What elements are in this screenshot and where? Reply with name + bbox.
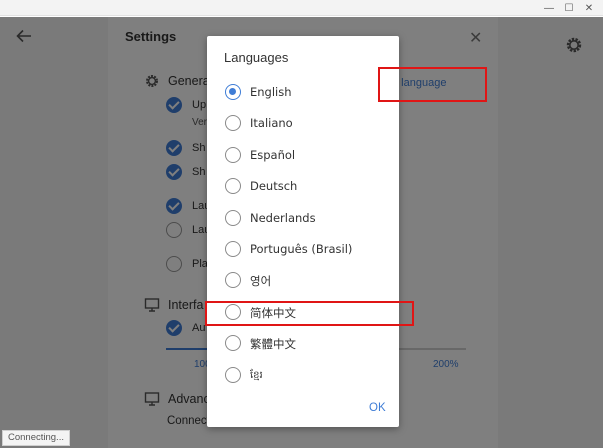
language-label[interactable]: 영어 (250, 273, 271, 289)
radio-khmer[interactable] (225, 367, 241, 383)
language-label[interactable]: Deutsch (250, 179, 297, 193)
language-label[interactable]: 繁體中文 (250, 336, 296, 352)
connection-status: Connecting... (2, 430, 70, 446)
radio-italiano[interactable] (225, 115, 241, 131)
language-label[interactable]: Nederlands (250, 211, 316, 225)
ok-button[interactable]: OK (369, 402, 386, 414)
radio-deutsch[interactable] (225, 178, 241, 194)
language-label[interactable]: Português (Brasil) (250, 242, 352, 256)
radio-korean[interactable] (225, 272, 241, 288)
window-controls: — ☐ ✕ (541, 0, 597, 16)
minimize-button[interactable]: — (541, 0, 557, 16)
language-label[interactable]: ខ្មែរ (250, 368, 263, 383)
close-window-button[interactable]: ✕ (581, 0, 597, 16)
highlight-simplified-chinese (205, 301, 414, 326)
language-label[interactable]: Italiano (250, 116, 293, 130)
window-titlebar: — ☐ ✕ (0, 0, 603, 16)
radio-nederlands[interactable] (225, 210, 241, 226)
radio-english[interactable] (225, 84, 241, 100)
languages-dialog: Languages English Italiano Español Deuts… (207, 36, 399, 427)
language-label[interactable]: Español (250, 148, 295, 162)
radio-espanol[interactable] (225, 147, 241, 163)
radio-traditional-chinese[interactable] (225, 335, 241, 351)
dialog-title: Languages (224, 50, 289, 65)
language-label[interactable]: English (250, 85, 292, 99)
maximize-button[interactable]: ☐ (561, 0, 577, 16)
radio-portugues[interactable] (225, 241, 241, 257)
highlight-language-link (378, 67, 487, 102)
